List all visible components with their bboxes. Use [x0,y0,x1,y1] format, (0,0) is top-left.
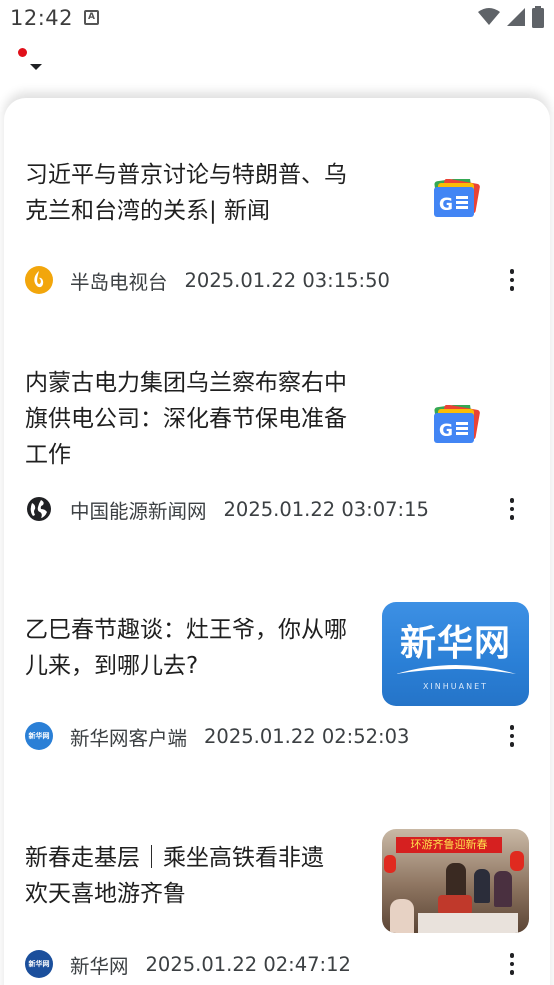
article-card[interactable]: 习近平与普京讨论与特朗普、乌 克兰和台湾的关系| 新闻 G 半岛电视台 2025… [0,150,554,310]
person [390,899,414,933]
drum [438,895,472,915]
article-title[interactable]: 乙巳春节趣谈：灶王爷，你从哪 儿来，到哪儿去? [25,612,347,684]
article-title[interactable]: 内蒙古电力集团乌兰察布察右中 旗供电公司：深化春节保电准备 工作 [25,365,347,473]
status-time: 12:42 [10,6,74,30]
more-options-button[interactable] [500,494,524,524]
more-options-button[interactable] [500,721,524,751]
article-card[interactable]: 内蒙古电力集团乌兰察布察右中 旗供电公司：深化春节保电准备 工作 G 中国能源新… [0,365,554,545]
wifi-icon [478,8,500,25]
article-meta: 中国能源新闻网 2025.01.22 03:07:15 [25,494,429,524]
source-name: 新华网 [70,954,129,978]
publish-time: 2025.01.22 03:15:50 [184,268,390,292]
publish-time: 2025.01.22 02:52:03 [204,724,410,748]
aljazeera-logo [25,266,53,294]
source-name: 中国能源新闻网 [70,499,207,523]
xinhua-logo: 新华网 [25,950,53,978]
article-meta: 半岛电视台 2025.01.22 03:15:50 [25,265,390,295]
publish-time: 2025.01.22 02:47:12 [145,952,351,976]
google-news-icon: G [434,405,480,443]
article-title[interactable]: 新春走基层｜乘坐高铁看非遗 欢天喜地游齐鲁 [25,840,324,912]
notification-dot [18,48,27,57]
article-card[interactable]: 新春走基层｜乘坐高铁看非遗 欢天喜地游齐鲁 环游齐鲁迎新春 新华网 新华网 20… [0,828,554,985]
table [418,913,518,933]
lantern-left [384,855,396,873]
xinhua-client-logo: 新华网 [25,722,53,750]
svg-text:G: G [439,421,453,441]
notification-icon: A [84,10,99,25]
status-bar: 12:42 A [0,0,554,38]
signal-icon [507,8,525,26]
person [494,871,512,907]
globe-icon [25,495,53,523]
article-card[interactable]: 乙巳春节趣谈：灶王爷，你从哪 儿来，到哪儿去? 新华网 XINHUANET 新华… [0,600,554,760]
xinhua-thumbnail: 新华网 XINHUANET [382,602,529,706]
article-meta: 新华网 新华网 2025.01.22 02:47:12 [25,949,351,979]
status-icons [478,6,544,28]
article-meta: 新华网 新华网客户端 2025.01.22 02:52:03 [25,721,409,751]
location-dropdown[interactable] [18,48,48,74]
person [474,869,490,903]
svg-text:G: G [439,195,453,215]
swoosh-icon [396,665,516,674]
more-options-button[interactable] [500,265,524,295]
xinhua-logo-text: 新华网 [399,623,511,664]
source-name: 半岛电视台 [70,270,168,294]
banner-text: 环游齐鲁迎新春 [410,838,488,851]
caret-down-icon [30,64,42,70]
xinhua-logo-subtext: XINHUANET [422,682,489,691]
article-title[interactable]: 习近平与普京讨论与特朗普、乌 克兰和台湾的关系| 新闻 [25,157,347,229]
train-photo-thumbnail: 环游齐鲁迎新春 [382,829,529,933]
google-news-icon: G [434,179,480,217]
publish-time: 2025.01.22 03:07:15 [223,497,429,521]
source-name: 新华网客户端 [70,726,188,750]
battery-icon [532,6,544,28]
more-options-button[interactable] [500,949,524,979]
lantern-right [510,851,524,871]
